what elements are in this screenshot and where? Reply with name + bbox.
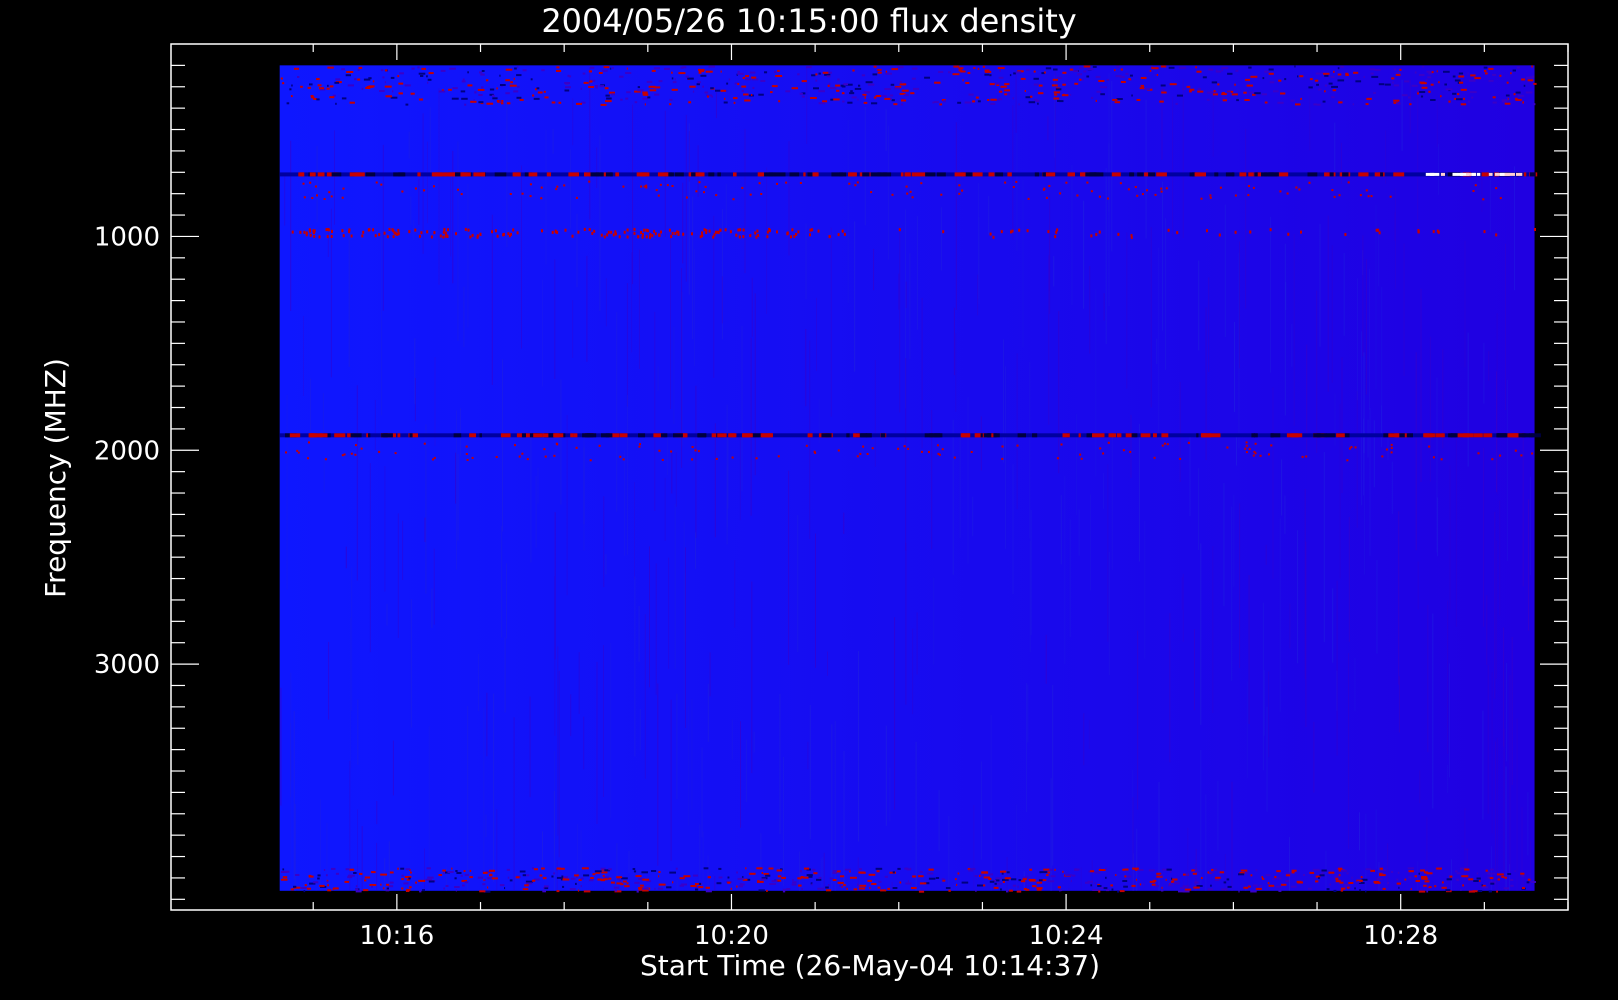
x-axis-tick-labels: 10:16 10:20 10:24 10:28 [359,921,1438,951]
x-tick-label: 10:28 [1363,921,1438,951]
chart-title: 2004/05/26 10:15:00 flux density [541,2,1076,40]
y-tick-label: 1000 [94,222,160,252]
x-tick-label: 10:20 [694,921,769,951]
y-axis-tick-labels: 1000 2000 3000 [94,222,160,680]
x-axis-title: Start Time (26-May-04 10:14:37) [640,949,1100,982]
flux-density-chart: 2004/05/26 10:15:00 flux density 10:16 10… [39,2,1569,982]
spectrogram-image [279,65,1541,893]
x-tick-label: 10:16 [359,921,434,951]
y-tick-label: 3000 [94,650,160,680]
y-tick-label: 2000 [94,436,160,466]
y-axis-title: Frequency (MHZ) [39,358,72,598]
x-tick-label: 10:24 [1029,921,1104,951]
